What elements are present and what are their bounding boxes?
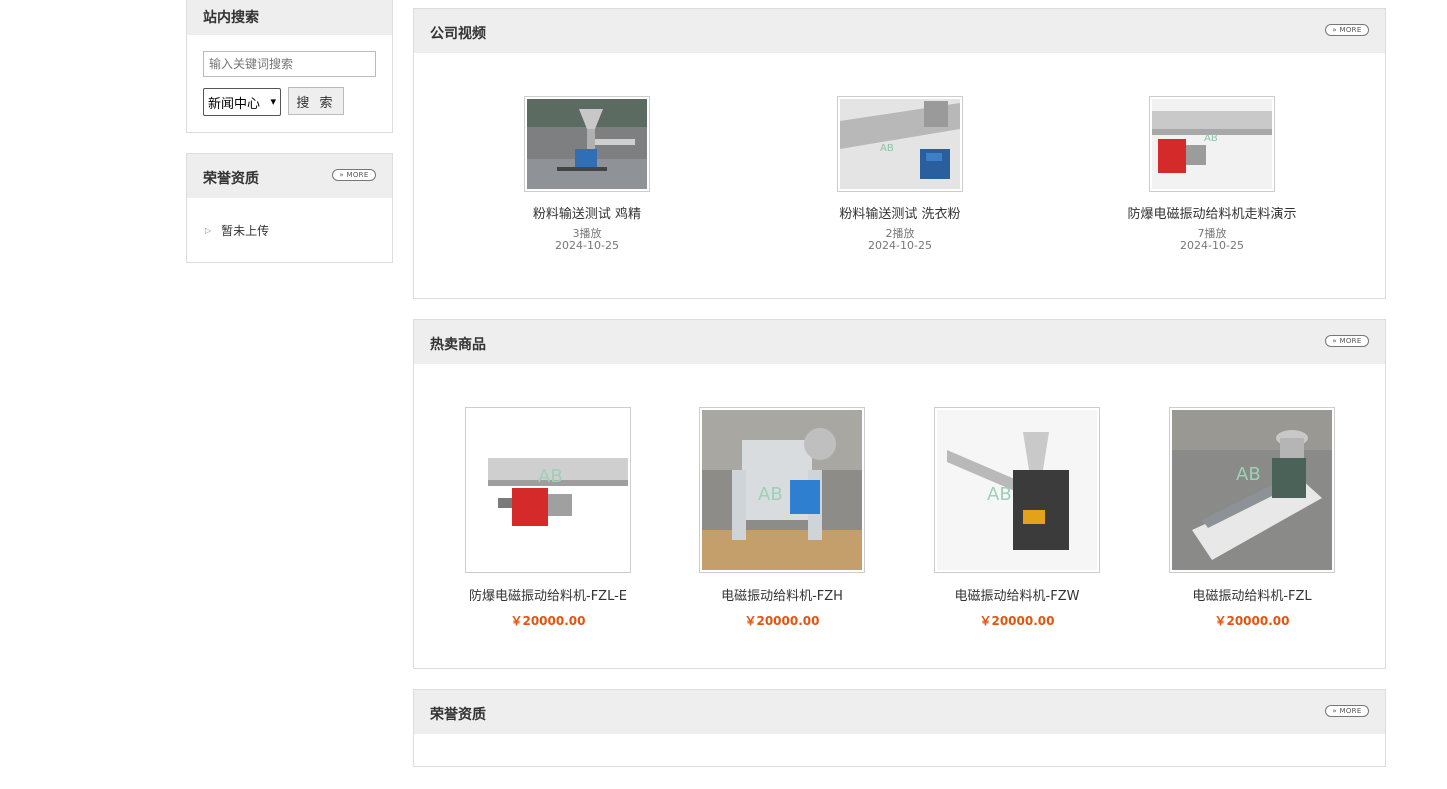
video-thumbnail-image [527, 99, 647, 189]
panel-title: 荣誉资质 [430, 707, 486, 723]
product-image: AB [1172, 410, 1332, 570]
more-button[interactable]: » MORE [1325, 705, 1369, 717]
more-label: MORE [1339, 337, 1362, 345]
product-price: ￥20000.00 [1214, 614, 1290, 628]
product-image: AB [937, 410, 1097, 570]
search-input[interactable] [203, 51, 376, 77]
video-date: 2024-10-25 [868, 239, 932, 252]
list-item-label: 暂未上传 [221, 224, 270, 238]
product-card[interactable]: AB 电磁振动给料机-FZL ￥20000.00 [1152, 407, 1352, 629]
video-meta: 3播放 2024-10-25 [467, 228, 707, 252]
product-price: ￥20000.00 [510, 614, 586, 628]
search-category-value: 新闻中心 [208, 96, 261, 112]
panel-header: 荣誉资质 » MORE [414, 690, 1385, 734]
video-title[interactable]: 防爆电磁振动给料机走料演示 [1092, 203, 1332, 222]
svg-text:AB: AB [758, 484, 783, 505]
product-card[interactable]: AB 防爆电磁振动给料机-FZL-E ￥20000.00 [448, 407, 648, 629]
product-image: AB [468, 410, 628, 570]
video-meta: 2播放 2024-10-25 [780, 228, 1020, 252]
video-date: 2024-10-25 [1180, 239, 1244, 252]
panel-title: 公司视频 [430, 26, 486, 42]
product-image: AB [702, 410, 862, 570]
video-title[interactable]: 粉料输送测试 鸡精 [467, 203, 707, 222]
more-button[interactable]: » MORE [1325, 24, 1369, 36]
chevron-down-icon: ▾ [270, 95, 276, 108]
video-date: 2024-10-25 [555, 239, 619, 252]
more-button[interactable]: » MORE [332, 169, 376, 181]
svg-text:AB: AB [538, 466, 563, 487]
search-button[interactable]: 搜 索 [288, 87, 344, 115]
video-thumbnail[interactable]: AB [1149, 96, 1275, 192]
honor-list: ▷ 暂未上传 [205, 222, 269, 239]
honor-side-panel: 荣誉资质 » MORE ▷ 暂未上传 [186, 153, 393, 263]
video-card[interactable]: AB 粉料输送测试 洗衣粉 2播放 2024-10-25 [780, 96, 1020, 252]
video-card[interactable]: 粉料输送测试 鸡精 3播放 2024-10-25 [467, 96, 707, 252]
video-thumbnail[interactable]: AB [837, 96, 963, 192]
more-label: MORE [346, 171, 369, 179]
product-thumbnail[interactable]: AB [465, 407, 631, 573]
product-price: ￥20000.00 [979, 614, 1055, 628]
product-name[interactable]: 电磁振动给料机-FZH [682, 585, 882, 604]
company-videos-panel: 公司视频 » MORE 粉料输送测试 鸡精 3播放 2024-10-25 AB … [413, 8, 1386, 299]
panel-title: 荣誉资质 [203, 171, 259, 187]
hot-products-panel: 热卖商品 » MORE AB 防爆电磁振动给料机-FZL-E ￥20000.00 [413, 319, 1386, 669]
video-card[interactable]: AB 防爆电磁振动给料机走料演示 7播放 2024-10-25 [1092, 96, 1332, 252]
svg-text:AB: AB [1236, 464, 1261, 485]
site-search-panel: 站内搜索 新闻中心 ▾ 搜 索 [186, 0, 393, 133]
video-thumbnail-image: AB [1152, 99, 1272, 189]
more-button[interactable]: » MORE [1325, 335, 1369, 347]
product-card[interactable]: AB 电磁振动给料机-FZW ￥20000.00 [917, 407, 1117, 629]
panel-header: 热卖商品 » MORE [414, 320, 1385, 364]
product-price: ￥20000.00 [744, 614, 820, 628]
honor-main-panel: 荣誉资质 » MORE [413, 689, 1386, 767]
panel-header: 站内搜索 [187, 0, 392, 35]
panel-title: 站内搜索 [203, 10, 259, 26]
panel-header: 公司视频 » MORE [414, 9, 1385, 53]
list-item[interactable]: ▷ 暂未上传 [205, 222, 269, 239]
product-name[interactable]: 电磁振动给料机-FZL [1152, 585, 1352, 604]
product-thumbnail[interactable]: AB [699, 407, 865, 573]
video-meta: 7播放 2024-10-25 [1092, 228, 1332, 252]
panel-header: 荣誉资质 » MORE [187, 154, 392, 198]
svg-text:AB: AB [987, 484, 1012, 505]
svg-text:AB: AB [1204, 133, 1218, 144]
video-thumbnail-image: AB [840, 99, 960, 189]
product-thumbnail[interactable]: AB [1169, 407, 1335, 573]
video-thumbnail[interactable] [524, 96, 650, 192]
more-label: MORE [1339, 26, 1362, 34]
triangle-right-icon: ▷ [205, 226, 212, 235]
product-card[interactable]: AB 电磁振动给料机-FZH ￥20000.00 [682, 407, 882, 629]
product-name[interactable]: 防爆电磁振动给料机-FZL-E [448, 585, 648, 604]
product-thumbnail[interactable]: AB [934, 407, 1100, 573]
search-category-select[interactable]: 新闻中心 ▾ [203, 88, 281, 116]
more-label: MORE [1339, 707, 1362, 715]
svg-text:AB: AB [880, 143, 894, 154]
product-name[interactable]: 电磁振动给料机-FZW [917, 585, 1117, 604]
video-title[interactable]: 粉料输送测试 洗衣粉 [780, 203, 1020, 222]
panel-title: 热卖商品 [430, 337, 486, 353]
